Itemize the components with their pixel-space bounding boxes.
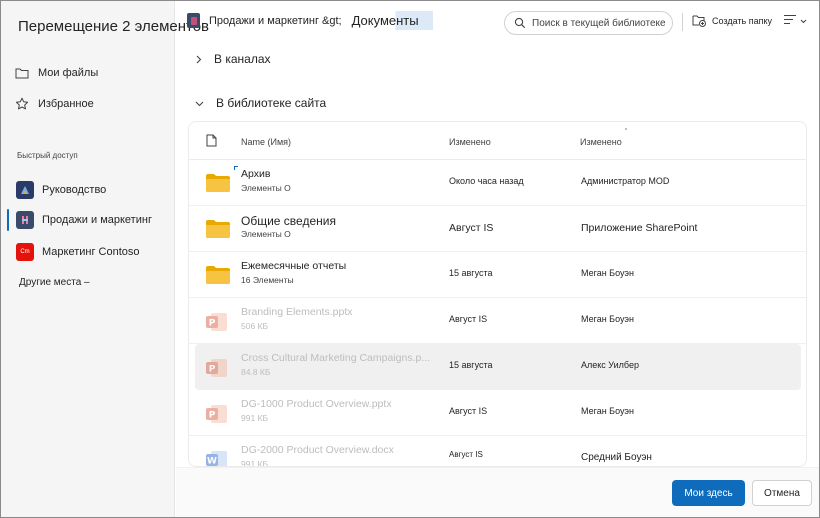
item-modified: Август IS [449, 314, 488, 324]
sidebar-item-label: Избранное [38, 98, 94, 110]
quick-access-item-sales-marketing[interactable]: Продажи и маркетинг [16, 211, 152, 229]
cursor-marker [234, 166, 238, 170]
list-item[interactable]: P Cross Cultural Marketing Campaigns.p..… [195, 344, 801, 390]
section-label: В библиотеке сайта [216, 96, 327, 110]
item-modified-by: Меган Боуэн [581, 406, 634, 416]
column-header-modified-by[interactable]: Изменено [580, 137, 622, 147]
section-label: В каналах [214, 52, 271, 66]
quick-access-label-text: Руководство [42, 184, 107, 196]
item-name: Cross Cultural Marketing Campaigns.p... [241, 352, 431, 364]
item-modified-by: Приложение SharePoint [581, 222, 698, 234]
quick-access-item-leadership[interactable]: Руководство [16, 181, 106, 199]
item-name: Branding Elements.pptx [241, 306, 353, 318]
cancel-button[interactable]: Отмена [752, 480, 812, 506]
new-folder-icon [692, 14, 706, 27]
dialog-title: Перемещение 2 элементов [18, 18, 210, 35]
site-icon [16, 181, 34, 199]
breadcrumb-current: Документы [349, 11, 433, 30]
folder-icon [15, 66, 29, 80]
item-modified-by: Средний Боуэн [581, 452, 652, 463]
item-modified: Август IS [449, 406, 488, 416]
toolbar-divider [682, 13, 683, 31]
folder-icon [206, 266, 230, 289]
svg-text:W: W [207, 457, 217, 467]
quick-access-label-text: Продажи и маркетинг [42, 214, 152, 226]
svg-text:P: P [209, 319, 216, 329]
quick-access-label: Быстрый доступ [17, 151, 78, 160]
item-sub: Элементы О [241, 229, 291, 239]
folder-icon [206, 174, 230, 197]
item-name: Ежемесячные отчеты [241, 260, 347, 272]
chevron-down-icon [195, 100, 204, 107]
svg-text:P: P [209, 365, 216, 375]
file-type-icon [206, 134, 217, 149]
selected-indicator [7, 209, 9, 231]
list-item[interactable]: Ежемесячные отчеты 16 Элементы 15 август… [189, 252, 806, 298]
svg-text:P: P [209, 411, 216, 421]
site-icon [187, 13, 200, 28]
item-sub: 991 КБ [241, 459, 269, 467]
view-options-button[interactable] [783, 14, 807, 27]
sidebar-item-favorites[interactable]: Избранное [15, 95, 94, 113]
item-sub: 506 КБ [241, 321, 269, 331]
list-item[interactable]: W DG-2000 Product Overview.docx 991 КБ А… [189, 436, 806, 467]
item-modified: Август IS [449, 222, 494, 234]
list-item[interactable]: P Branding Elements.pptx 506 КБ Август I… [189, 298, 806, 344]
quick-access-item-contoso-marketing[interactable]: Cm Маркетинг Contoso [16, 243, 140, 261]
search-box[interactable]: Поиск в текущей библиотеке [504, 11, 673, 35]
new-folder-button[interactable]: Создать папку [692, 14, 772, 27]
search-placeholder: Поиск в текущей библиотеке [532, 17, 666, 29]
breadcrumb: Продажи и маркетинг &gt; Документы [187, 11, 433, 30]
docx-icon: W [206, 450, 228, 467]
folder-icon [206, 220, 230, 243]
file-list: Name (Имя) Изменено Изменено Архив Элеме… [188, 121, 807, 467]
column-header-modified[interactable]: Изменено [449, 137, 491, 147]
list-header: Name (Имя) Изменено Изменено [189, 122, 806, 160]
quick-access-label-text: Маркетинг Contoso [42, 246, 140, 258]
header-dot [625, 128, 627, 130]
item-name: DG-1000 Product Overview.pptx [241, 398, 392, 410]
sidebar-item-my-files[interactable]: Мои файлы [15, 64, 98, 82]
breadcrumb-parent[interactable]: Продажи и маркетинг &gt; [209, 15, 342, 27]
site-icon [16, 211, 34, 229]
item-modified-by: Меган Боуэн [581, 314, 634, 324]
item-modified-by: Администратор MOD [581, 176, 670, 186]
item-name: DG-2000 Product Overview.docx [241, 444, 394, 456]
item-modified-by: Меган Боуэн [581, 268, 634, 278]
section-channels[interactable]: В каналах [195, 52, 271, 66]
item-modified-by: Алекс Уилбер [581, 360, 639, 370]
column-header-name[interactable]: Name (Имя) [241, 137, 291, 147]
item-sub: Элементы О [241, 183, 291, 193]
item-modified: 15 августа [449, 268, 493, 278]
list-view-icon [783, 14, 797, 27]
site-icon: Cm [16, 243, 34, 261]
pptx-icon: P [206, 312, 228, 337]
sidebar: Перемещение 2 элементов Мои файлы Избран… [1, 1, 209, 517]
chevron-down-icon [800, 16, 807, 26]
pptx-icon: P [206, 358, 228, 383]
move-dialog: Перемещение 2 элементов Мои файлы Избран… [0, 0, 820, 518]
item-sub: 84.8 КБ [241, 367, 271, 377]
chevron-right-icon [195, 55, 202, 64]
item-name: Архив [241, 168, 271, 180]
list-item[interactable]: Общие сведения Элементы О Август IS Прил… [189, 206, 806, 252]
move-here-button[interactable]: Мои здесь [672, 480, 745, 506]
sidebar-item-label: Мои файлы [38, 67, 99, 79]
item-modified: Около часа назад [449, 176, 524, 186]
other-places-link[interactable]: Другие места – [19, 277, 90, 288]
item-modified: Август IS [449, 450, 483, 459]
list-item[interactable]: P DG-1000 Product Overview.pptx 991 КБ А… [189, 390, 806, 436]
new-folder-label: Создать папку [712, 15, 772, 26]
item-sub: 16 Элементы [241, 275, 294, 285]
pptx-icon: P [206, 404, 228, 429]
item-sub: 991 КБ [241, 413, 269, 423]
search-icon [514, 17, 526, 29]
list-item[interactable]: Архив Элементы О Около часа назад Админи… [189, 160, 806, 206]
item-modified: 15 августа [449, 360, 493, 370]
item-name: Общие сведения [241, 214, 336, 228]
section-site-library[interactable]: В библиотеке сайта [195, 96, 326, 110]
star-icon [15, 97, 29, 111]
